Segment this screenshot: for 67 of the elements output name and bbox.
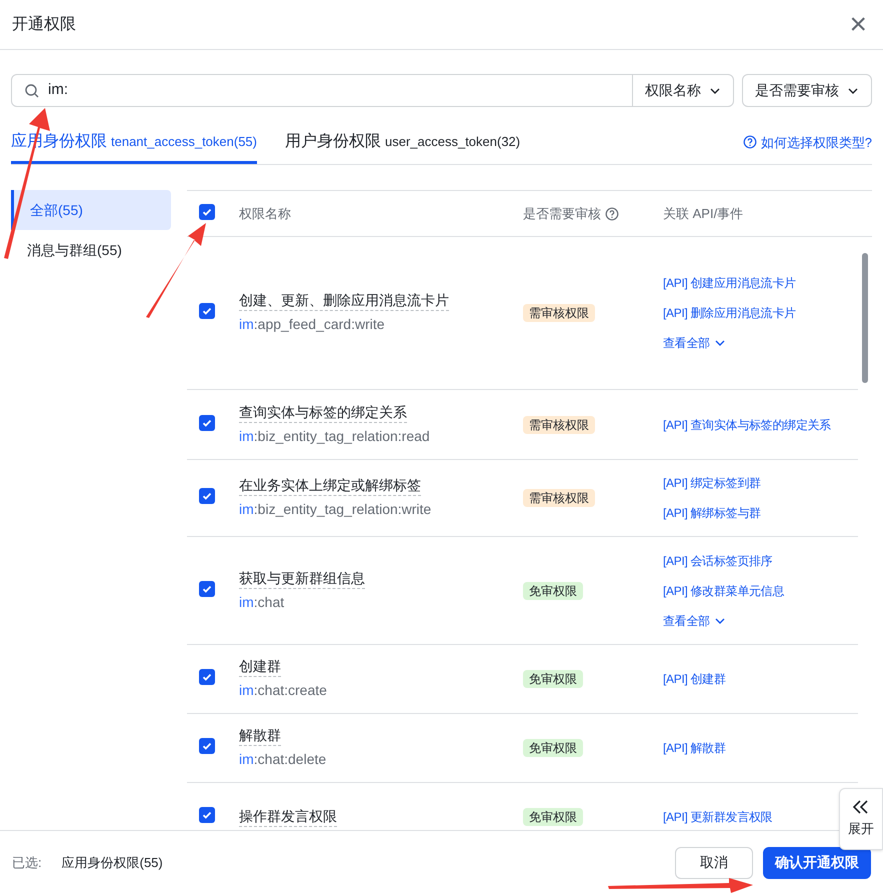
checkbox[interactable] bbox=[199, 204, 215, 220]
field-select[interactable]: 权限名称 bbox=[632, 75, 733, 106]
check-icon bbox=[201, 490, 213, 502]
search-field[interactable]: im: 权限名称 bbox=[11, 74, 734, 107]
review-tag: 需审核权限 bbox=[523, 416, 595, 434]
permission-name: 在业务实体上绑定或解绑标签 bbox=[239, 476, 421, 496]
checkbox[interactable] bbox=[199, 738, 215, 754]
help-icon bbox=[742, 135, 757, 150]
checkbox[interactable] bbox=[199, 669, 215, 685]
column-header: 关联 API/事件 bbox=[663, 204, 744, 223]
review-tag: 免审权限 bbox=[523, 582, 583, 600]
permission-name: 创建群 bbox=[239, 657, 281, 677]
permission-name: 获取与更新群组信息 bbox=[239, 568, 365, 588]
check-icon bbox=[201, 740, 213, 752]
selected-label: 已选: bbox=[12, 854, 42, 872]
permission-name: 操作群发言权限 bbox=[239, 807, 337, 827]
review-select[interactable]: 是否需要审核 bbox=[742, 74, 872, 107]
check-icon bbox=[201, 809, 213, 821]
sidebar-item[interactable]: 消息与群组(55) bbox=[11, 230, 171, 270]
checkbox[interactable] bbox=[199, 414, 215, 430]
sidebar-item[interactable]: 全部(55) bbox=[11, 190, 171, 230]
api-link[interactable]: [API] 解散群 bbox=[663, 737, 726, 759]
check-icon bbox=[201, 305, 213, 317]
checkbox[interactable] bbox=[199, 580, 215, 596]
review-tag: 免审权限 bbox=[523, 808, 583, 826]
review-tag: 需审核权限 bbox=[523, 304, 595, 322]
checkbox[interactable] bbox=[199, 807, 215, 823]
column-header: 是否需要审核 bbox=[523, 204, 601, 223]
review-tag: 免审权限 bbox=[523, 739, 583, 757]
permission-code: im:biz_entity_tag_relation:write bbox=[239, 500, 432, 519]
api-link[interactable]: [API] 解绑标签与群 bbox=[663, 502, 761, 524]
checkbox[interactable] bbox=[199, 303, 215, 319]
help-icon[interactable] bbox=[605, 206, 619, 220]
api-link[interactable]: [API] 绑定标签到群 bbox=[663, 472, 761, 494]
tab[interactable]: 用户身份权限 user_access_token(32) bbox=[284, 123, 520, 164]
api-link[interactable]: [API] 修改群菜单元信息 bbox=[663, 580, 784, 602]
dialog-title: 开通权限 bbox=[12, 14, 76, 34]
view-all-link[interactable]: 查看全部 bbox=[663, 610, 726, 632]
cancel-button[interactable]: 取消 bbox=[675, 846, 753, 878]
api-link[interactable]: [API] 更新群发言权限 bbox=[663, 806, 772, 828]
api-link[interactable]: [API] 创建应用消息流卡片 bbox=[663, 272, 796, 294]
scrollbar-thumb[interactable] bbox=[862, 253, 868, 383]
expand-button[interactable]: 展开 bbox=[839, 788, 883, 850]
close-button[interactable]: × bbox=[849, 10, 871, 40]
help-link[interactable]: 如何选择权限类型? bbox=[742, 132, 872, 152]
api-link[interactable]: [API] 会话标签页排序 bbox=[663, 550, 772, 572]
view-all-link[interactable]: 查看全部 bbox=[663, 332, 726, 354]
api-link[interactable]: [API] 删除应用消息流卡片 bbox=[663, 302, 796, 324]
permission-code: im:chat:delete bbox=[239, 750, 328, 769]
permission-name: 解散群 bbox=[239, 726, 281, 746]
search-text: im: bbox=[48, 80, 68, 100]
review-tag: 需审核权限 bbox=[523, 489, 595, 507]
api-link[interactable]: [API] 创建群 bbox=[663, 668, 726, 690]
check-icon bbox=[201, 671, 213, 683]
review-tag: 免审权限 bbox=[523, 670, 583, 688]
permission-name: 查询实体与标签的绑定关系 bbox=[239, 402, 407, 422]
permission-code: im:biz_entity_tag_relation:read bbox=[239, 426, 431, 446]
permission-code: im:chat:create bbox=[239, 681, 328, 700]
search-icon bbox=[24, 82, 40, 98]
checkbox[interactable] bbox=[199, 488, 215, 504]
column-header: 权限名称 bbox=[238, 204, 292, 223]
permission-name: 创建、更新、删除应用消息流卡片 bbox=[239, 291, 449, 311]
permission-code: im:chat bbox=[239, 592, 286, 612]
api-link[interactable]: [API] 查询实体与标签的绑定关系 bbox=[663, 414, 831, 436]
permission-code: im:app_feed_card:write bbox=[239, 315, 386, 334]
confirm-button[interactable]: 确认开通权限 bbox=[763, 846, 871, 878]
selected-value: 应用身份权限(55) bbox=[62, 854, 163, 872]
